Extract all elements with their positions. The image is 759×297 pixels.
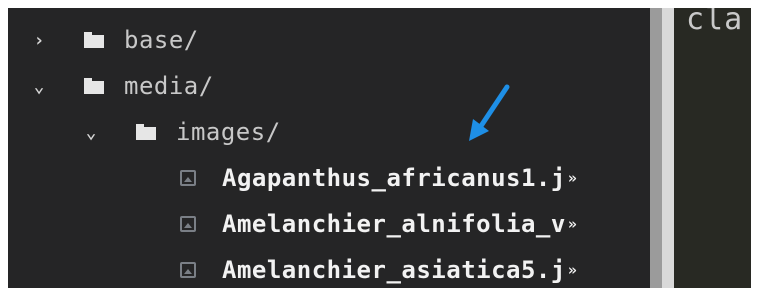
code-text: cla [686,8,744,37]
file-item-agapanthus[interactable]: Agapanthus_africanus1.j » [8,158,650,198]
folder-label: base/ [124,26,199,54]
folder-label: images/ [176,118,281,146]
overflow-indicator: » [567,261,577,279]
tree-item-base[interactable]: › base/ [8,20,650,60]
chevron-right-icon[interactable]: › [30,30,48,51]
tree-item-media[interactable]: ⌄ media/ [8,66,650,106]
image-file-icon [180,170,196,186]
file-item-amelanchier-asiatica[interactable]: Amelanchier_asiatica5.j » [8,250,650,288]
image-file-icon [180,216,196,232]
code-editor-pane[interactable]: cla [674,8,751,288]
file-label: Agapanthus_africanus1.j [222,164,566,192]
chevron-down-icon[interactable]: ⌄ [30,76,48,97]
file-item-amelanchier-alnifolia[interactable]: Amelanchier_alnifolia_v » [8,204,650,244]
tree-item-images[interactable]: ⌄ images/ [8,112,650,152]
folder-label: media/ [124,72,214,100]
file-label: Amelanchier_alnifolia_v [222,210,566,238]
folder-icon [84,78,104,94]
pane-divider[interactable] [662,8,674,288]
chevron-down-icon[interactable]: ⌄ [82,122,100,143]
sidebar-scrollbar[interactable] [650,8,662,288]
image-file-icon [180,262,196,278]
annotation-arrow-icon [469,84,510,141]
overflow-indicator: » [567,169,577,187]
file-tree-sidebar: › base/ ⌄ media/ ⌄ images/ Agapanthus_af… [8,8,650,288]
overflow-indicator: » [567,215,577,233]
file-label: Amelanchier_asiatica5.j [222,256,566,284]
folder-icon [84,32,104,48]
folder-icon [136,124,156,140]
